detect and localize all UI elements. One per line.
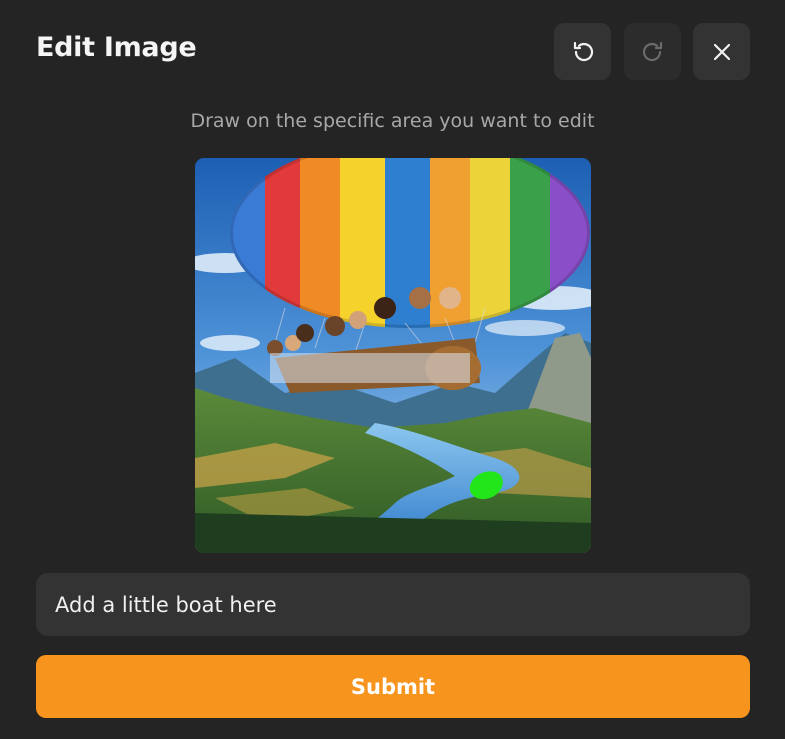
redo-button[interactable] (624, 23, 681, 80)
image-canvas[interactable] (195, 158, 591, 553)
close-button[interactable] (693, 23, 750, 80)
close-icon (713, 43, 730, 60)
redo-icon (642, 41, 662, 61)
edit-image (195, 158, 591, 553)
undo-button[interactable] (554, 23, 611, 80)
undo-icon (573, 41, 593, 61)
edit-prompt-input[interactable] (36, 573, 750, 636)
instruction-text: Draw on the specific area you want to ed… (190, 110, 595, 132)
dialog-title: Edit Image (36, 32, 197, 63)
submit-button[interactable]: Submit (36, 655, 750, 718)
